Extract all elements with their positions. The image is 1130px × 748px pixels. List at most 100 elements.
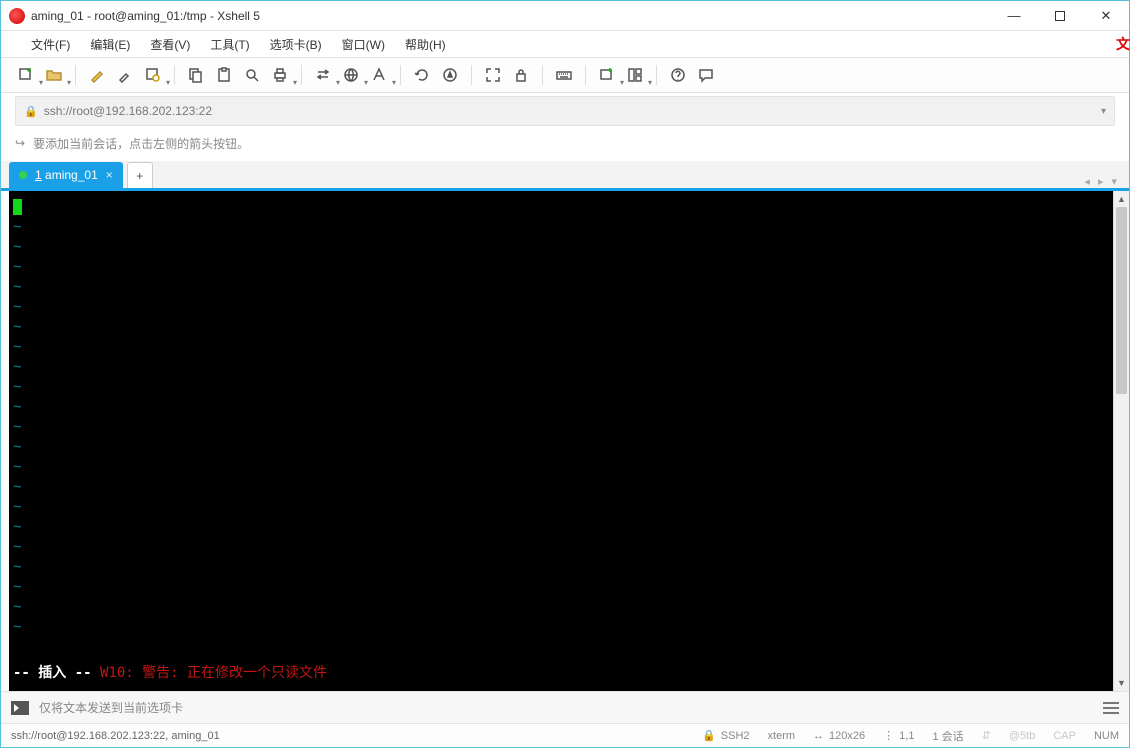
layout-button[interactable] xyxy=(624,64,646,86)
title-bar: aming_01 - root@aming_01:/tmp - Xshell 5… xyxy=(1,1,1129,31)
menu-tabs[interactable]: 选项卡(B) xyxy=(260,32,332,57)
vim-tilde-row: ~ xyxy=(13,377,1109,397)
address-bar[interactable]: 🔒 ssh://root@192.168.202.123:22 ▾ xyxy=(15,96,1115,126)
terminal-container: ~~~~~~~~~~~~~~~~~~~~~ -- 插入 -- W10: 警告: … xyxy=(9,191,1129,691)
session-hint-bar: ↪ 要添加当前会话，点击左侧的箭头按钮。 xyxy=(15,129,1115,157)
status-bar: ssh://root@192.168.202.123:22, aming_01 … xyxy=(1,723,1129,747)
transfer-button[interactable] xyxy=(312,64,334,86)
compose-hint: 仅将文本发送到当前选项卡 xyxy=(39,699,183,716)
window-title: aming_01 - root@aming_01:/tmp - Xshell 5 xyxy=(31,9,991,23)
scroll-thumb[interactable] xyxy=(1116,207,1127,394)
scroll-up-icon[interactable]: ▲ xyxy=(1114,191,1129,207)
lock-button[interactable] xyxy=(510,64,532,86)
font-button[interactable] xyxy=(368,64,390,86)
status-term: xterm xyxy=(768,730,796,742)
toolbar-sep xyxy=(471,65,472,85)
lock-small-icon: 🔒 xyxy=(702,729,716,742)
keyboard-button[interactable] xyxy=(553,64,575,86)
vim-tilde-row: ~ xyxy=(13,517,1109,537)
toolbar xyxy=(1,57,1129,93)
toolbar-sep xyxy=(656,65,657,85)
menu-bar: 文件(F) 编辑(E) 查看(V) 工具(T) 选项卡(B) 窗口(W) 帮助(… xyxy=(1,31,1129,57)
tab-index: 1 xyxy=(35,168,42,182)
scroll-down-icon[interactable]: ▼ xyxy=(1114,675,1129,691)
toolbar-sep xyxy=(400,65,401,85)
new-tab-button[interactable]: + xyxy=(127,162,153,188)
address-dropdown-icon[interactable]: ▾ xyxy=(1101,106,1106,117)
vim-tilde-row: ~ xyxy=(13,617,1109,637)
help-button[interactable] xyxy=(667,64,689,86)
vim-tilde-row: ~ xyxy=(13,297,1109,317)
compose-menu-icon[interactable] xyxy=(1103,702,1119,714)
status-num: NUM xyxy=(1094,730,1119,742)
vim-tilde-row: ~ xyxy=(13,597,1109,617)
vim-tilde-row: ~ xyxy=(13,317,1109,337)
vim-tilde-row: ~ xyxy=(13,357,1109,377)
status-watermark: @5tb xyxy=(1009,730,1035,742)
eyedropper-button[interactable] xyxy=(114,64,136,86)
tab-aming-01[interactable]: 1 aming_01 × xyxy=(9,162,123,188)
vim-tilde-row: ~ xyxy=(13,397,1109,417)
session-hint-text: 要添加当前会话，点击左侧的箭头按钮。 xyxy=(33,135,249,152)
maximize-button[interactable] xyxy=(1037,1,1083,30)
toolbar-sep xyxy=(75,65,76,85)
globe-button[interactable] xyxy=(340,64,362,86)
bookmark-add-icon[interactable]: ↪ xyxy=(15,136,25,150)
vim-mode: -- 插入 -- xyxy=(13,665,100,681)
refresh-button[interactable] xyxy=(411,64,433,86)
minimize-button[interactable]: — xyxy=(991,1,1037,30)
tab-nav: ◂ ▸ ▾ xyxy=(1084,175,1129,188)
search-button[interactable] xyxy=(241,64,263,86)
prompt-icon xyxy=(11,701,29,715)
vim-tilde-row: ~ xyxy=(13,237,1109,257)
vim-tilde-row: ~ xyxy=(13,477,1109,497)
status-proto: 🔒SSH2 xyxy=(702,729,749,742)
vim-warning: W10: 警告: 正在修改一个只读文件 xyxy=(100,665,327,681)
tab-close-icon[interactable]: × xyxy=(106,168,113,182)
print-button[interactable] xyxy=(269,64,291,86)
status-size: ↔120x26 xyxy=(813,730,865,742)
cursor-pos-icon: ⋮ xyxy=(883,729,894,742)
vim-tilde-row: ~ xyxy=(13,497,1109,517)
tab-status-dot xyxy=(19,171,27,179)
tab-prev-icon[interactable]: ◂ xyxy=(1084,175,1090,188)
copy-button[interactable] xyxy=(185,64,207,86)
compass-button[interactable] xyxy=(439,64,461,86)
status-connection: ssh://root@192.168.202.123:22, aming_01 xyxy=(11,730,684,742)
toolbar-sep xyxy=(174,65,175,85)
lock-icon: 🔒 xyxy=(24,105,38,118)
chat-button[interactable] xyxy=(695,64,717,86)
resize-icon: ↔ xyxy=(813,730,824,742)
window-controls: — ✕ xyxy=(991,1,1129,30)
new-window-button[interactable] xyxy=(596,64,618,86)
menu-view[interactable]: 查看(V) xyxy=(140,32,200,57)
vim-tilde-row: ~ xyxy=(13,557,1109,577)
menu-file[interactable]: 文件(F) xyxy=(21,32,80,57)
paste-button[interactable] xyxy=(213,64,235,86)
vim-tilde-row: ~ xyxy=(13,577,1109,597)
vim-tilde-row: ~ xyxy=(13,537,1109,557)
status-cursor: ⋮1,1 xyxy=(883,729,914,742)
menu-window[interactable]: 窗口(W) xyxy=(332,32,395,57)
menu-help[interactable]: 帮助(H) xyxy=(395,32,456,57)
open-button[interactable] xyxy=(43,64,65,86)
terminal[interactable]: ~~~~~~~~~~~~~~~~~~~~~ -- 插入 -- W10: 警告: … xyxy=(9,191,1113,691)
close-button[interactable]: ✕ xyxy=(1083,1,1129,30)
app-icon xyxy=(9,8,25,24)
terminal-scrollbar[interactable]: ▲ ▼ xyxy=(1113,191,1129,691)
toolbar-sep xyxy=(585,65,586,85)
scroll-track[interactable] xyxy=(1114,207,1129,675)
compose-bar: 仅将文本发送到当前选项卡 xyxy=(1,691,1129,723)
status-sessions: 1 会话 xyxy=(932,728,963,744)
properties-button[interactable] xyxy=(142,64,164,86)
vim-tilde-row: ~ xyxy=(13,457,1109,477)
vim-status-line: -- 插入 -- W10: 警告: 正在修改一个只读文件 xyxy=(13,663,327,683)
tab-menu-icon[interactable]: ▾ xyxy=(1111,175,1117,188)
highlight-button[interactable] xyxy=(86,64,108,86)
fullscreen-button[interactable] xyxy=(482,64,504,86)
tab-next-icon[interactable]: ▸ xyxy=(1098,175,1104,188)
menu-tools[interactable]: 工具(T) xyxy=(200,32,259,57)
new-session-button[interactable] xyxy=(15,64,37,86)
vim-tilde-row: ~ xyxy=(13,417,1109,437)
menu-edit[interactable]: 编辑(E) xyxy=(80,32,140,57)
